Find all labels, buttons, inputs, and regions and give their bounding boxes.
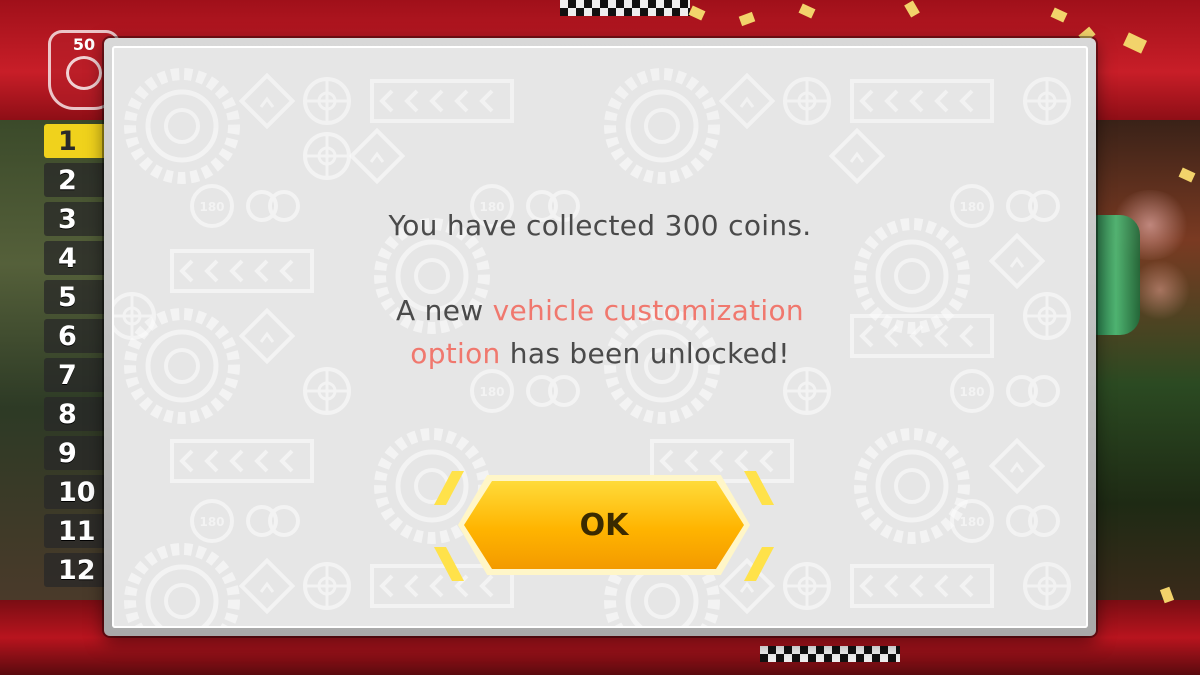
rank-item: 5: [44, 280, 108, 314]
dialog-panel: 180: [112, 46, 1088, 628]
unlock-highlight-b: option: [410, 337, 501, 370]
rank-item: 4: [44, 241, 108, 275]
ok-button-label: OK: [579, 507, 629, 543]
unlock-message: A new vehicle customization option has b…: [112, 289, 1088, 375]
unlock-highlight-a: vehicle customization: [492, 294, 804, 327]
rank-item: 11: [44, 514, 108, 548]
checkered-strip: [560, 0, 690, 16]
rank-item: 7: [44, 358, 108, 392]
unlock-text-suffix: has been unlocked!: [500, 337, 790, 370]
rank-item: 9: [44, 436, 108, 470]
selection-bracket-icon: [744, 547, 774, 581]
rank-item: 2: [44, 163, 108, 197]
rank-item: 1: [44, 124, 108, 158]
trophy-icon: [1092, 215, 1140, 335]
checkered-strip: [760, 646, 900, 662]
rank-item: 6: [44, 319, 108, 353]
rank-list: 1 2 3 4 5 6 7 8 9 10 11 12: [44, 124, 108, 592]
toad-icon: [66, 56, 102, 90]
ok-button[interactable]: OK: [464, 481, 744, 569]
selection-bracket-icon: [744, 471, 774, 505]
selection-bracket-icon: [434, 547, 464, 581]
rank-item: 3: [44, 202, 108, 236]
coins-collected-text: You have collected 300 coins.: [388, 209, 812, 242]
coins-collected-message: You have collected 300 coins.: [112, 209, 1088, 242]
unlock-text-prefix: A new: [396, 294, 493, 327]
rank-item: 8: [44, 397, 108, 431]
speed-class-label: 50: [72, 35, 96, 54]
ok-button-group: OK: [434, 471, 774, 581]
selection-bracket-icon: [434, 471, 464, 505]
unlock-dialog: 180: [104, 38, 1096, 636]
rank-item: 12: [44, 553, 108, 587]
rank-item: 10: [44, 475, 108, 509]
